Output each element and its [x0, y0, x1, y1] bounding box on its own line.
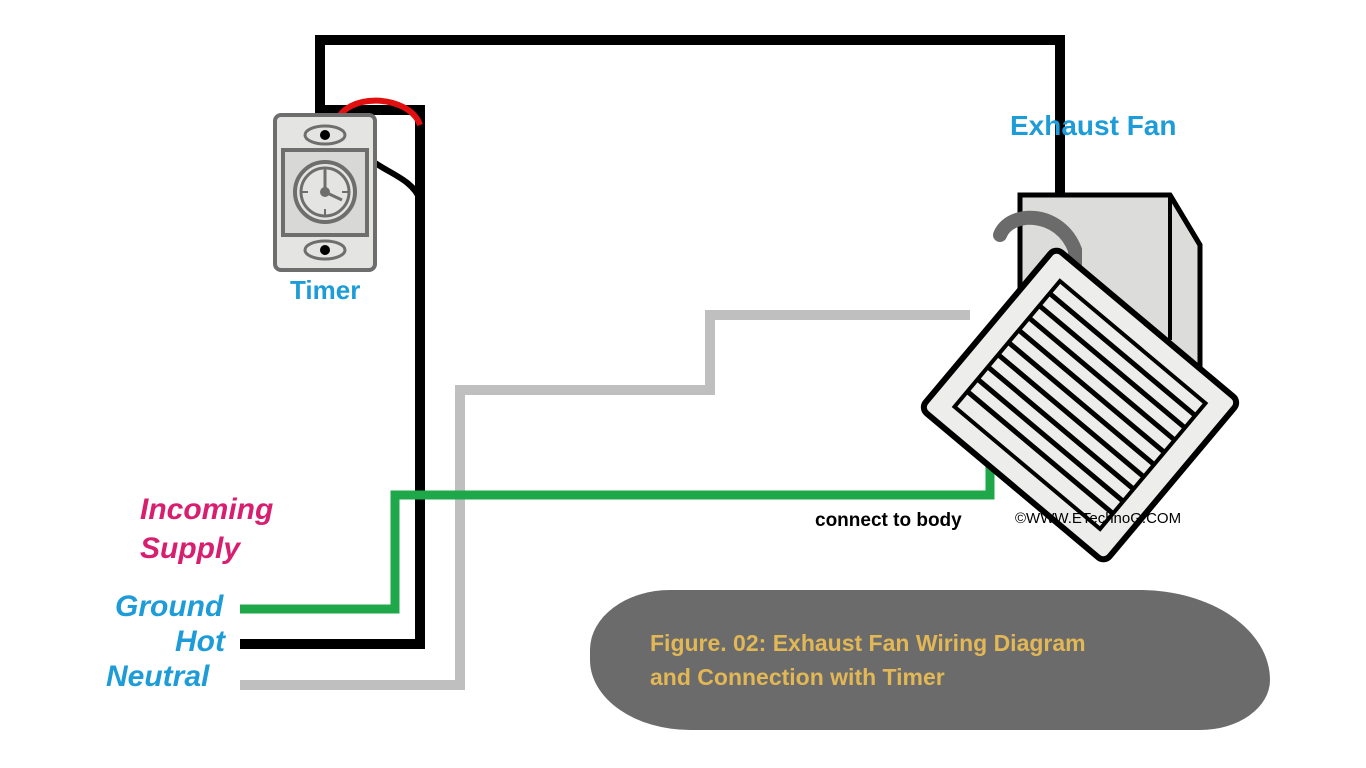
- caption-line1: Figure. 02: Exhaust Fan Wiring Diagram: [650, 630, 1086, 656]
- incoming-supply-label: Incoming Supply: [140, 490, 273, 568]
- ground-label: Ground: [115, 590, 223, 624]
- connect-to-body-label: connect to body: [815, 510, 962, 532]
- neutral-label: Neutral: [106, 660, 209, 694]
- watermark: ©WWW.ETechnoG.COM: [1015, 510, 1181, 527]
- timer-label: Timer: [290, 275, 360, 306]
- figure-caption-box: Figure. 02: Exhaust Fan Wiring Diagram a…: [590, 590, 1270, 730]
- incoming-line1: Incoming: [140, 493, 273, 526]
- figure-caption: Figure. 02: Exhaust Fan Wiring Diagram a…: [650, 626, 1086, 695]
- timer-switch: [275, 115, 375, 270]
- exhaust-fan: [921, 195, 1240, 563]
- caption-line2: and Connection with Timer: [650, 664, 945, 690]
- exhaust-fan-label: Exhaust Fan: [1010, 110, 1176, 142]
- incoming-line2: Supply: [140, 532, 240, 565]
- hot-label: Hot: [175, 625, 225, 659]
